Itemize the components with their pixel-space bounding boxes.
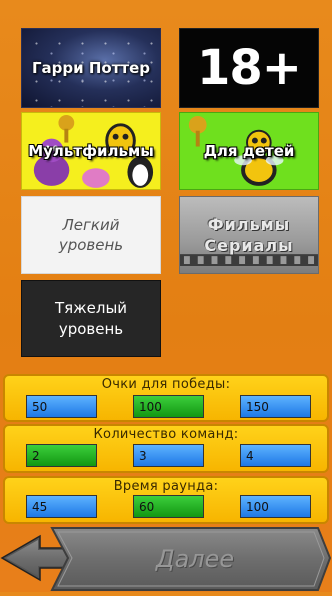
category-label-line1: Тяжелый: [54, 298, 128, 317]
category-label-line1: Фильмы: [207, 215, 291, 234]
team-count-option-3[interactable]: 3: [133, 444, 204, 467]
category-label-lines: Легкий уровень: [59, 215, 123, 255]
team-count-option-2[interactable]: 2: [26, 444, 97, 467]
round-time-option-100[interactable]: 100: [240, 495, 311, 518]
category-label-line1: Легкий: [62, 216, 120, 234]
round-time-title: Время раунда:: [113, 479, 219, 494]
win-points-option-100[interactable]: 100: [133, 395, 204, 418]
category-label-line2: Сериалы: [204, 236, 294, 255]
category-easy-level[interactable]: Легкий уровень: [21, 196, 161, 274]
next-button-label: Далее: [155, 545, 235, 573]
navigation-bar: Далее: [0, 520, 332, 592]
win-points-title: Очки для победы:: [101, 377, 231, 392]
team-count-panel: Количество команд: 2 3 4: [3, 424, 329, 473]
category-for-kids[interactable]: Для детей: [179, 112, 319, 190]
win-points-option-50[interactable]: 50: [26, 395, 97, 418]
round-time-option-60[interactable]: 60: [133, 495, 204, 518]
round-time-panel: Время раунда: 45 60 100: [3, 476, 329, 524]
win-points-option-150[interactable]: 150: [240, 395, 311, 418]
team-count-title: Количество команд:: [93, 427, 239, 442]
category-label-line2: уровень: [58, 236, 124, 254]
category-label-lines: Тяжелый уровень: [55, 298, 127, 340]
category-label: Мультфильмы: [28, 142, 154, 160]
category-harry-potter[interactable]: Гарри Поттер: [21, 28, 161, 108]
category-18-plus[interactable]: 18+: [179, 28, 319, 108]
category-cartoons[interactable]: Мультфильмы: [21, 112, 161, 190]
category-label: Для детей: [203, 142, 295, 160]
round-time-option-45[interactable]: 45: [26, 495, 97, 518]
team-count-option-4[interactable]: 4: [240, 444, 311, 467]
category-label-line2: уровень: [58, 319, 124, 338]
category-hard-level[interactable]: Тяжелый уровень: [21, 280, 161, 357]
category-label: Гарри Поттер: [31, 59, 151, 77]
next-button[interactable]: Далее: [70, 528, 320, 590]
win-points-panel: Очки для победы: 50 100 150: [3, 374, 329, 422]
category-films-series[interactable]: Фильмы Сериалы: [179, 196, 319, 274]
category-label: 18+: [196, 40, 302, 96]
category-label-lines: Фильмы Сериалы: [204, 214, 293, 256]
